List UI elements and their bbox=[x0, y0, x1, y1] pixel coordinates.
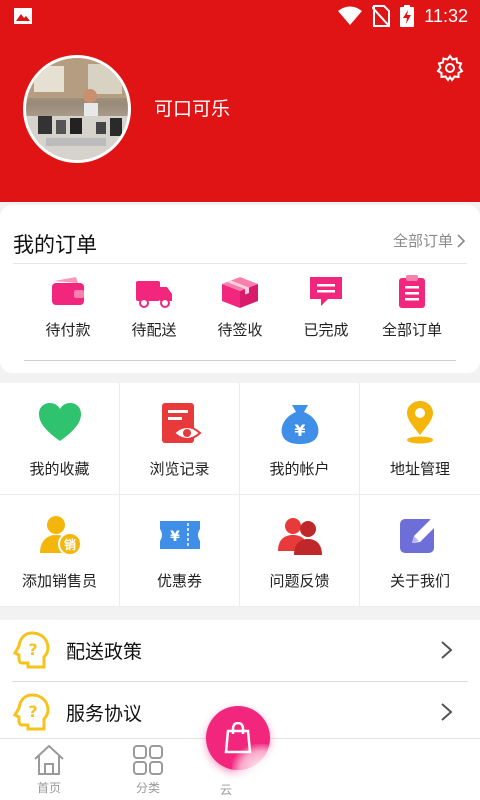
question-head-icon: ? bbox=[12, 693, 50, 731]
order-status-row: 待付款 待配送 待签收 已完成 全部订单 bbox=[0, 275, 480, 345]
tab-home[interactable]: 首页 bbox=[19, 743, 79, 796]
avatar[interactable] bbox=[23, 55, 131, 163]
grid-item-label: 关于我们 bbox=[389, 572, 450, 590]
menu-item-delivery-policy[interactable]: ? 配送政策 bbox=[12, 620, 468, 680]
grid-item-label: 浏览记录 bbox=[149, 460, 210, 478]
order-pending-payment[interactable]: 待付款 bbox=[28, 275, 108, 345]
profile-header: 可口可乐 bbox=[0, 32, 480, 202]
wifi-icon bbox=[338, 6, 363, 25]
grid-item-about[interactable]: 关于我们 bbox=[360, 495, 480, 607]
all-orders-link[interactable]: 全部订单 bbox=[393, 230, 466, 251]
service-grid: 我的收藏 浏览记录 ¥ 我的帐户 地址管理 销 添加销售员 ¥ 优惠券 问题反馈… bbox=[0, 383, 480, 607]
gear-icon[interactable] bbox=[436, 54, 464, 82]
grid-item-label: 添加销售员 bbox=[21, 572, 97, 590]
svg-text:¥: ¥ bbox=[294, 421, 305, 440]
home-icon bbox=[34, 744, 64, 775]
svg-text:?: ? bbox=[28, 640, 37, 659]
grid-item-favorites[interactable]: 我的收藏 bbox=[0, 383, 120, 495]
edit-icon bbox=[400, 518, 438, 553]
grid-item-history[interactable]: 浏览记录 bbox=[120, 383, 240, 495]
tab-label: 分类 bbox=[135, 781, 160, 795]
question-head-icon: ? bbox=[12, 631, 50, 669]
people-icon bbox=[277, 518, 322, 555]
eye-doc-icon bbox=[161, 403, 201, 443]
menu-item-label: 服务协议 bbox=[66, 702, 143, 725]
divider bbox=[13, 263, 467, 264]
wallet-icon bbox=[52, 277, 84, 305]
grid-item-label: 我的收藏 bbox=[29, 460, 90, 478]
order-item-label: 待配送 bbox=[131, 321, 177, 339]
chevron-right-icon bbox=[441, 641, 453, 659]
grid-item-address[interactable]: 地址管理 bbox=[360, 383, 480, 495]
order-item-label: 已完成 bbox=[303, 321, 349, 339]
heart-icon bbox=[38, 403, 81, 441]
orders-card: 我的订单 全部订单 待付款 待配送 待签收 已完成 全部订单 bbox=[0, 205, 480, 373]
battery-charging-icon bbox=[400, 5, 415, 27]
chevron-right-icon bbox=[441, 703, 453, 721]
money-bag-icon: ¥ bbox=[281, 405, 318, 444]
all-orders-label: 全部订单 bbox=[392, 232, 453, 250]
coupon-icon: ¥ bbox=[159, 521, 200, 549]
order-item-label: 全部订单 bbox=[381, 321, 442, 339]
clock: 11:32 bbox=[424, 5, 468, 26]
tab-category[interactable]: 分类 bbox=[118, 743, 178, 796]
box-icon bbox=[222, 277, 258, 308]
truck-icon bbox=[136, 281, 172, 308]
grid-item-label: 问题反馈 bbox=[269, 572, 330, 590]
message-icon bbox=[310, 277, 342, 306]
grid-item-account[interactable]: ¥ 我的帐户 bbox=[240, 383, 360, 495]
grid-item-feedback[interactable]: 问题反馈 bbox=[240, 495, 360, 607]
divider bbox=[24, 360, 456, 361]
chevron-right-icon bbox=[457, 233, 466, 248]
location-pin-icon bbox=[407, 401, 433, 444]
order-item-label: 待签收 bbox=[217, 321, 263, 339]
tab-label: 云 bbox=[219, 783, 232, 797]
grid-item-add-salesperson[interactable]: 销 添加销售员 bbox=[0, 495, 120, 607]
orders-title: 我的订单 bbox=[13, 233, 97, 257]
fab-glow bbox=[232, 744, 292, 794]
order-completed[interactable]: 已完成 bbox=[286, 275, 366, 345]
avatar-photo bbox=[26, 58, 128, 160]
menu-item-label: 配送政策 bbox=[66, 640, 143, 663]
grid-item-label: 我的帐户 bbox=[269, 460, 330, 478]
order-pending-receipt[interactable]: 待签收 bbox=[200, 275, 280, 345]
svg-text:?: ? bbox=[28, 702, 37, 721]
tab-label: 首页 bbox=[36, 781, 61, 795]
grid-item-label: 地址管理 bbox=[389, 460, 450, 478]
grid-icon bbox=[133, 745, 163, 775]
order-pending-delivery[interactable]: 待配送 bbox=[114, 275, 194, 345]
svg-text:¥: ¥ bbox=[170, 529, 180, 545]
grid-item-label: 优惠券 bbox=[156, 572, 202, 590]
username: 可口可乐 bbox=[154, 98, 231, 120]
status-bar: 11:32 bbox=[0, 0, 480, 32]
grid-item-coupons[interactable]: ¥ 优惠券 bbox=[120, 495, 240, 607]
image-icon bbox=[14, 8, 32, 24]
svg-text:销: 销 bbox=[63, 537, 75, 552]
no-sim-icon bbox=[372, 5, 391, 27]
clipboard-icon bbox=[399, 275, 425, 308]
order-item-label: 待付款 bbox=[45, 321, 91, 339]
salesperson-icon: 销 bbox=[39, 516, 82, 556]
order-all[interactable]: 全部订单 bbox=[372, 275, 452, 345]
